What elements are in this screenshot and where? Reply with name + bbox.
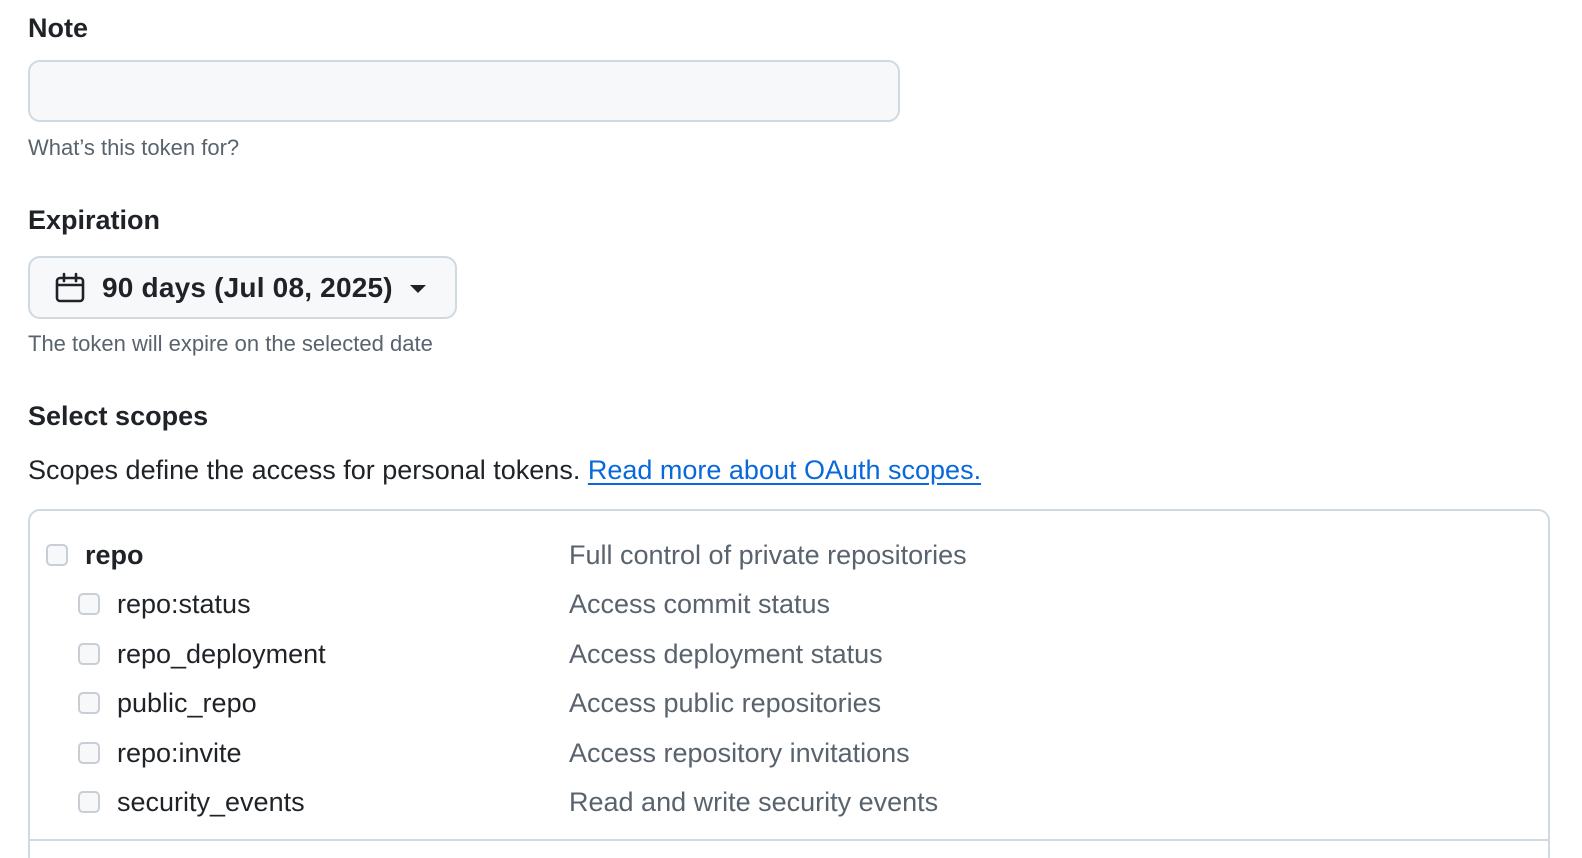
scope-description: Access deployment status xyxy=(569,638,883,669)
scope-group-divider xyxy=(30,839,1548,841)
scope-description: Access commit status xyxy=(569,588,831,619)
scope-name: repo:invite xyxy=(117,737,242,768)
scope-description: Access repository invitations xyxy=(569,737,910,768)
scope-name: public_repo xyxy=(117,687,257,718)
scope-row-public-repo: public_repo Access public repositories xyxy=(30,681,1548,725)
scope-name: security_events xyxy=(117,786,305,817)
expiration-hint: The token will expire on the selected da… xyxy=(28,331,433,356)
scope-checkbox-repo-deployment[interactable] xyxy=(78,643,100,665)
token-form: Note What’s this token for? Expiration 9… xyxy=(0,0,1582,858)
scope-checkbox-security-events[interactable] xyxy=(78,791,100,813)
scope-row-repo-invite: repo:invite Access repository invitation… xyxy=(30,731,1548,775)
scope-name: repo_deployment xyxy=(117,638,326,669)
scope-checkbox-repo[interactable] xyxy=(46,544,68,566)
scope-name: repo:status xyxy=(117,588,251,619)
scope-row-repo-deployment: repo_deployment Access deployment status xyxy=(30,632,1548,676)
scope-checkbox-public-repo[interactable] xyxy=(78,692,100,714)
expiration-select-button[interactable]: 90 days (Jul 08, 2025) xyxy=(28,256,457,319)
calendar-icon xyxy=(54,272,86,304)
scopes-description-line: Scopes define the access for personal to… xyxy=(28,452,981,488)
note-hint: What’s this token for? xyxy=(28,135,240,160)
scope-description: Full control of private repositories xyxy=(569,539,967,570)
scope-description: Access public repositories xyxy=(569,687,882,718)
scope-description: Read and write security events xyxy=(569,786,939,817)
scopes-label: Select scopes xyxy=(28,401,209,431)
scope-checkbox-repo-invite[interactable] xyxy=(78,742,100,764)
note-input[interactable] xyxy=(28,60,900,122)
caret-down-icon xyxy=(409,282,427,294)
scope-row-repo: repo Full control of private repositorie… xyxy=(30,533,1548,577)
scope-name: repo xyxy=(85,539,144,570)
scope-checkbox-repo-status[interactable] xyxy=(78,593,100,615)
expiration-label: Expiration xyxy=(28,205,161,235)
oauth-scopes-link[interactable]: Read more about OAuth scopes. xyxy=(588,455,981,485)
scopes-description: Scopes define the access for personal to… xyxy=(28,455,581,485)
expiration-selected-value: 90 days (Jul 08, 2025) xyxy=(102,271,393,303)
scope-row-repo-status: repo:status Access commit status xyxy=(30,582,1548,626)
note-label: Note xyxy=(28,13,88,43)
scopes-list: repo Full control of private repositorie… xyxy=(28,509,1550,858)
scope-row-security-events: security_events Read and write security … xyxy=(30,780,1548,824)
